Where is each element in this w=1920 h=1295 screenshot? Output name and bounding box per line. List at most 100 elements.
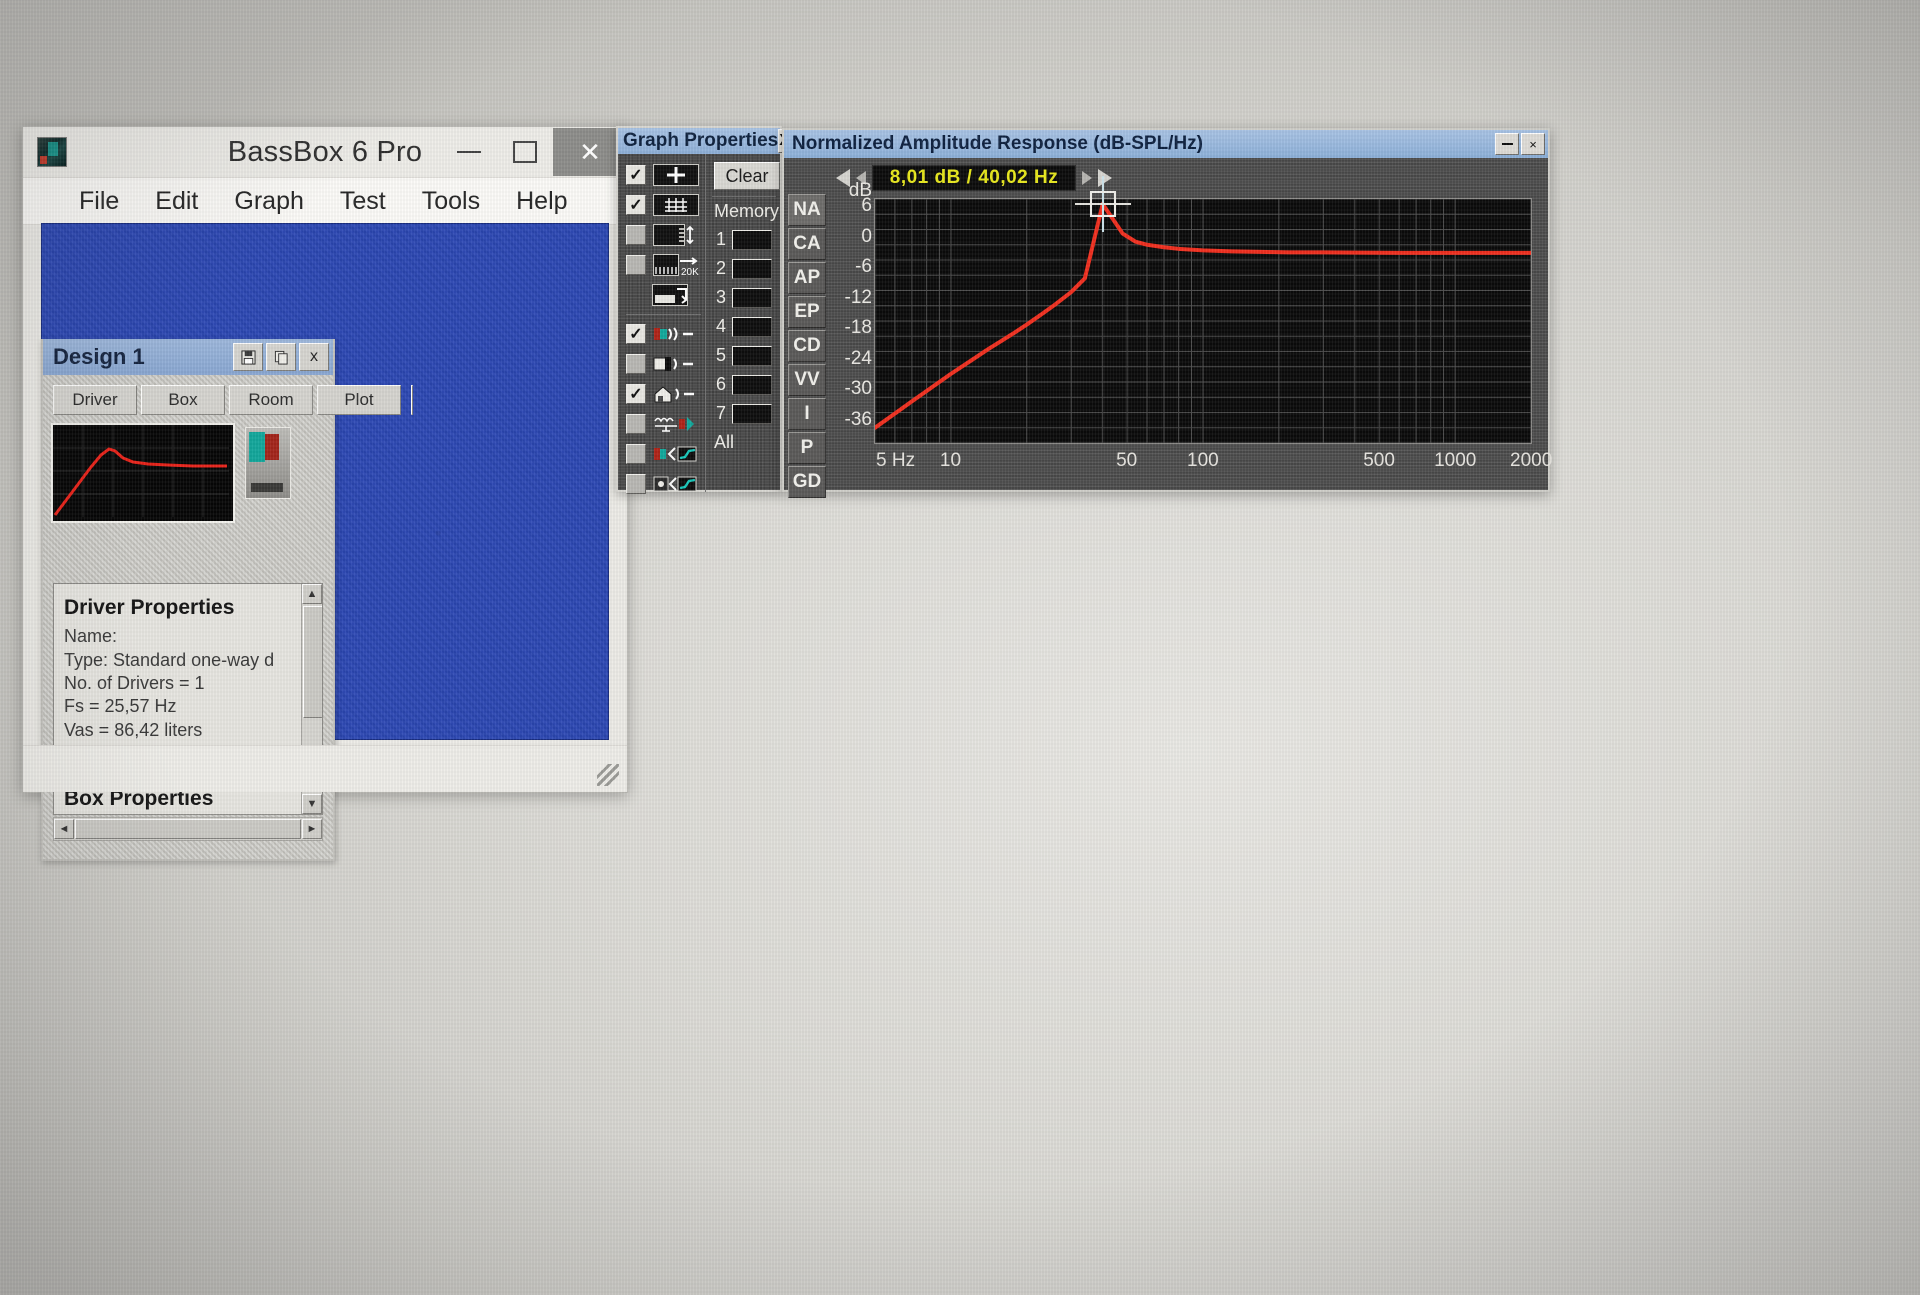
option-export-graph[interactable]	[626, 280, 705, 310]
graph-type-buttons: NA CA AP EP CD VV I P GD	[788, 194, 826, 500]
graph-body: NA CA AP EP CD VV I P GD 8,01 dB / 40,02…	[784, 158, 1552, 498]
graph-button-i[interactable]: I	[788, 398, 826, 430]
menu-graph[interactable]: Graph	[216, 187, 321, 216]
option-microphone-curve[interactable]	[626, 469, 705, 499]
graph-options-column: ✓ ✓ 20K ✓ ✓	[618, 154, 706, 494]
memory-column: Clear Memory 1 2 3 4 5 6 7 All	[706, 154, 780, 492]
crossover-network-icon	[653, 413, 699, 435]
memory-row-7[interactable]: 7	[712, 399, 780, 428]
tab-room[interactable]: Room	[229, 385, 313, 415]
scroll-up-button[interactable]: ▲	[302, 584, 322, 604]
plot-color-swatch[interactable]	[411, 385, 413, 415]
graph-properties-title: Graph Properties	[623, 130, 779, 151]
checkbox-driver-curve[interactable]	[626, 444, 646, 464]
driver-count: No. of Drivers = 1	[64, 673, 205, 694]
checkbox-microphone-curve[interactable]	[626, 474, 646, 494]
export-graph-icon[interactable]	[652, 284, 699, 306]
memory-slot-1[interactable]	[732, 229, 772, 250]
scroll-right-button[interactable]: ►	[302, 819, 322, 839]
h-scroll-thumb[interactable]	[75, 819, 301, 839]
graph-button-ep[interactable]: EP	[788, 296, 826, 328]
tab-driver[interactable]: Driver	[53, 385, 137, 415]
option-room-response[interactable]: ✓	[626, 379, 705, 409]
checkbox-frequency-range[interactable]	[626, 255, 646, 275]
memory-number-2: 2	[715, 258, 726, 278]
option-grid[interactable]: ✓	[626, 190, 705, 220]
graph-button-p[interactable]: P	[788, 432, 826, 464]
graph-button-ap[interactable]: AP	[788, 262, 826, 294]
clear-button[interactable]: Clear	[714, 162, 780, 190]
status-bar	[23, 745, 627, 792]
memory-row-4[interactable]: 4	[712, 312, 780, 341]
graph-button-ca[interactable]: CA	[788, 228, 826, 260]
driver-properties-heading: Driver Properties	[64, 596, 235, 619]
scroll-left-button[interactable]: ◄	[54, 819, 74, 839]
tab-plot[interactable]: Plot	[317, 385, 401, 415]
design-title-bar[interactable]: Design 1 x	[43, 339, 333, 375]
menu-file[interactable]: File	[61, 187, 137, 216]
mini-response-graph[interactable]	[51, 423, 235, 523]
box-response-icon	[653, 353, 699, 375]
memory-slot-2[interactable]	[732, 258, 772, 279]
menu-help[interactable]: Help	[498, 187, 585, 216]
checkbox-driver-response[interactable]: ✓	[626, 324, 646, 344]
svg-text:20K: 20K	[681, 267, 699, 276]
graph-button-na[interactable]: NA	[788, 194, 826, 226]
memory-slot-3[interactable]	[732, 287, 772, 308]
memory-slot-4[interactable]	[732, 316, 772, 337]
checkbox-grid[interactable]: ✓	[626, 195, 646, 215]
scroll-thumb[interactable]	[303, 606, 322, 718]
minimize-button[interactable]	[1495, 133, 1519, 155]
copy-button[interactable]	[266, 343, 296, 371]
checkbox-room-response[interactable]: ✓	[626, 384, 646, 404]
memory-number-5: 5	[715, 345, 726, 365]
app-title-bar[interactable]: BassBox 6 Pro ✕	[23, 127, 627, 178]
memory-slot-5[interactable]	[732, 345, 772, 366]
x-tick-1000: 1000	[1434, 450, 1477, 471]
option-crosshair[interactable]: ✓	[626, 160, 705, 190]
graph-button-cd[interactable]: CD	[788, 330, 826, 362]
checkbox-vertical-scale[interactable]	[626, 225, 646, 245]
option-driver-response[interactable]: ✓	[626, 319, 705, 349]
graph-title-bar[interactable]: Normalized Amplitude Response (dB-SPL/Hz…	[784, 130, 1548, 158]
checkbox-box-response[interactable]	[626, 354, 646, 374]
driver-vas: Vas = 86,42 liters	[64, 719, 203, 740]
close-button[interactable]: x	[299, 343, 329, 371]
menu-edit[interactable]: Edit	[137, 187, 216, 216]
menu-test[interactable]: Test	[322, 187, 404, 216]
checkbox-crosshair[interactable]: ✓	[626, 165, 646, 185]
memory-row-6[interactable]: 6	[712, 370, 780, 399]
memory-row-5[interactable]: 5	[712, 341, 780, 370]
tab-box[interactable]: Box	[141, 385, 225, 415]
menu-tools[interactable]: Tools	[404, 187, 498, 216]
option-driver-curve[interactable]	[626, 439, 705, 469]
next-curve-icon[interactable]	[1098, 169, 1112, 187]
memory-slot-6[interactable]	[732, 374, 772, 395]
y-tick--18: -18	[844, 317, 872, 339]
x-axis-labels: 5 Hz 10 50 100 500 1000 2000	[874, 450, 1552, 476]
properties-horizontal-scrollbar[interactable]: ◄ ►	[53, 817, 323, 841]
option-box-response[interactable]	[626, 349, 705, 379]
option-frequency-range[interactable]: 20K	[626, 250, 705, 280]
option-vertical-scale[interactable]	[626, 220, 705, 250]
resize-grip[interactable]	[597, 764, 619, 786]
graph-button-vv[interactable]: VV	[788, 364, 826, 396]
graph-properties-title-bar[interactable]: Graph Properties X	[618, 128, 791, 154]
checkbox-crossover-network[interactable]	[626, 414, 646, 434]
save-button[interactable]	[233, 343, 263, 371]
speaker-preview-icon[interactable]	[245, 427, 291, 499]
plot-area[interactable]	[873, 176, 1533, 444]
next-step-icon[interactable]	[1082, 171, 1092, 185]
close-button[interactable]: ×	[1521, 133, 1545, 155]
graph-button-gd[interactable]: GD	[788, 466, 826, 498]
scroll-down-button[interactable]: ▼	[302, 794, 322, 814]
memory-slot-7[interactable]	[732, 403, 772, 424]
y-tick-0: 0	[861, 225, 872, 247]
memory-row-3[interactable]: 3	[712, 283, 780, 312]
x-tick-2000: 2000	[1510, 450, 1553, 471]
memory-row-2[interactable]: 2	[712, 254, 780, 283]
memory-all-button[interactable]: All	[714, 432, 780, 453]
x-tick-100: 100	[1187, 450, 1219, 471]
option-crossover-network[interactable]	[626, 409, 705, 439]
memory-row-1[interactable]: 1	[712, 225, 780, 254]
